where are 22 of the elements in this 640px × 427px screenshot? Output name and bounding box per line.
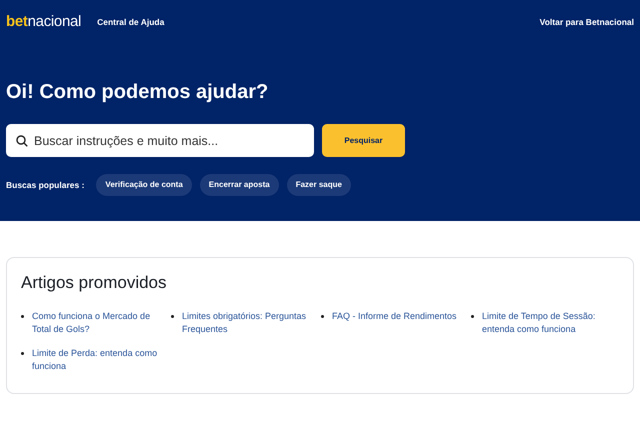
search-button[interactable]: Pesquisar: [322, 124, 405, 157]
article-link[interactable]: Limite de Perda: entenda como funciona: [32, 346, 158, 374]
bullet-icon: [471, 314, 474, 318]
popular-search-chip[interactable]: Fazer saque: [286, 174, 351, 196]
bullet-icon: [21, 314, 24, 318]
hero-title: Oi! Como podemos ajudar?: [6, 80, 270, 105]
popular-label: Buscas populares :: [6, 178, 84, 192]
popular-search-chip[interactable]: Verificação de conta: [96, 174, 192, 196]
popular-search-chip[interactable]: Encerrar aposta: [200, 174, 279, 196]
bullet-icon: [171, 314, 174, 318]
article-link[interactable]: Limite de Tempo de Sessão: entenda como funciona: [482, 310, 608, 336]
search-field[interactable]: Buscar instruções e muito mais...: [6, 124, 314, 157]
search-icon: [16, 135, 28, 147]
article-link[interactable]: Limites obrigatórios: Perguntas Frequentes: [182, 310, 308, 336]
bullet-icon: [21, 352, 24, 354]
logo[interactable]: betnacional: [6, 11, 82, 34]
article-link[interactable]: FAQ - Informe de Rendimentos: [332, 310, 457, 336]
article-link[interactable]: Como funciona o Mercado de Total de Gols?: [32, 310, 158, 336]
card-title: Artigos promovidos: [21, 272, 168, 294]
section-title: Central de Ajuda: [97, 16, 164, 29]
back-link[interactable]: Voltar para Betnacional: [540, 16, 634, 29]
bullet-icon: [321, 314, 324, 318]
